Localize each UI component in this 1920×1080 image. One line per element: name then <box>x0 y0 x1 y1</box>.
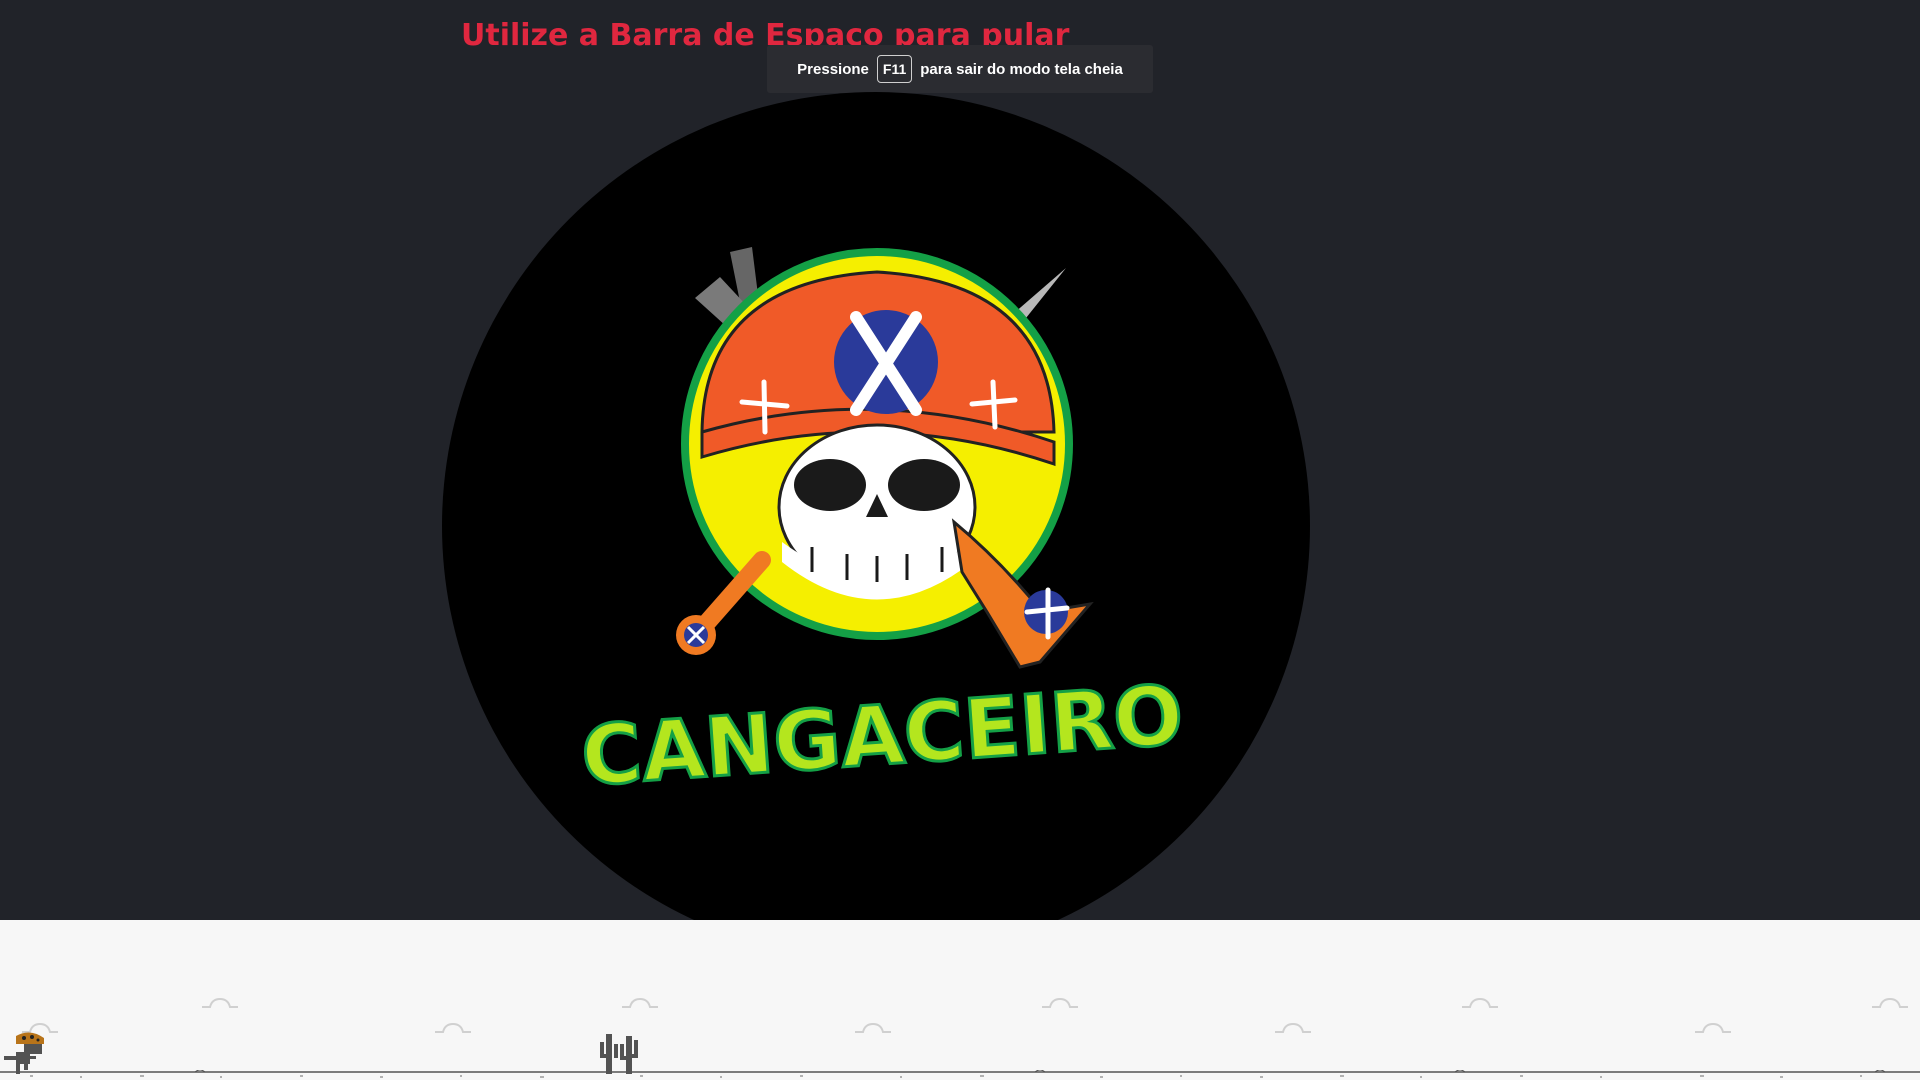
cloud-icon <box>1042 997 1078 1008</box>
cangaceiro-logo: CANGACEIRO <box>577 247 1188 806</box>
fullscreen-exit-notice: Pressione F11 para sair do modo tela che… <box>767 45 1153 93</box>
cloud-icon <box>435 1022 471 1033</box>
cloud-icon <box>1695 1022 1731 1033</box>
cloud-icon <box>855 1022 891 1033</box>
fullscreen-notice-prefix: Pressione <box>797 60 869 78</box>
skull-left-eye <box>794 459 866 511</box>
cloud-icon <box>202 997 238 1008</box>
f11-key-badge: F11 <box>876 55 913 83</box>
ground-line <box>0 1070 1920 1078</box>
cloud-icon <box>1275 1022 1311 1033</box>
logo-circle: CANGACEIRO <box>442 92 1310 960</box>
cloud-icon <box>622 997 658 1008</box>
fullscreen-notice-suffix: para sair do modo tela cheia <box>920 60 1123 78</box>
cloud-icon <box>1462 997 1498 1008</box>
skull-right-eye <box>888 459 960 511</box>
dino-player-icon <box>4 1032 44 1074</box>
cloud-icon <box>1872 997 1908 1008</box>
game-area[interactable] <box>0 920 1920 1080</box>
logo-text: CANGACEIRO <box>578 668 1186 805</box>
cactus-icon <box>600 1034 638 1074</box>
